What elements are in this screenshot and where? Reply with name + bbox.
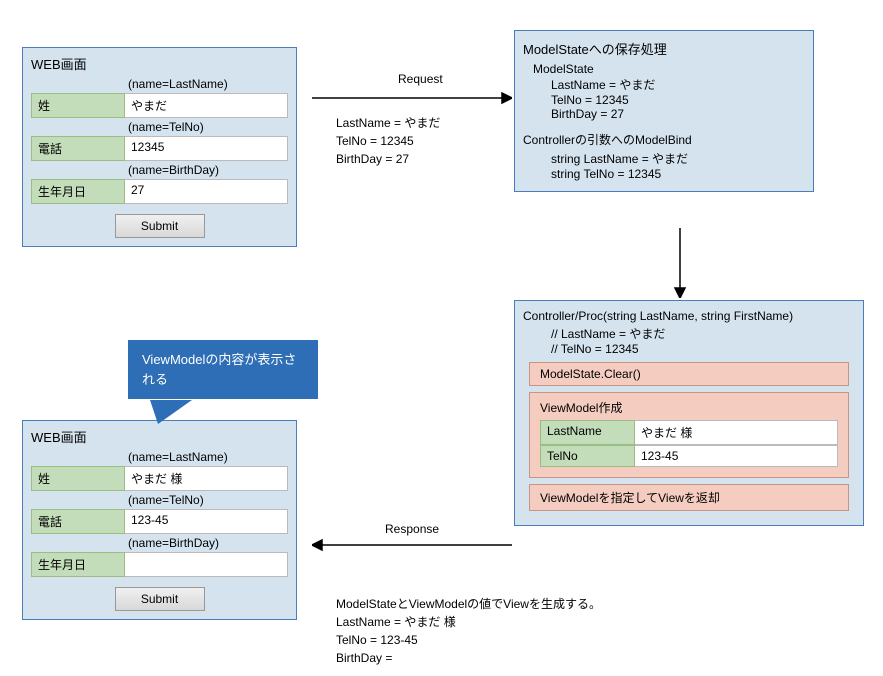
request-body: LastName = やまだ TelNo = 12345 BirthDay = … <box>336 114 440 168</box>
viewmodel-box: ViewModel作成 LastName やまだ 様 TelNo 123-45 <box>529 392 849 478</box>
vm-lastname-row: LastName やまだ 様 <box>540 420 838 445</box>
response-l3: BirthDay = <box>336 649 601 667</box>
modelstate-sub: ModelState <box>533 62 813 76</box>
form1-lastname-note: (name=LastName) <box>128 77 296 91</box>
form2-telno-label: 電話 <box>31 509 125 534</box>
form2-title: WEB画面 <box>31 427 296 446</box>
form2-birthday-note: (name=BirthDay) <box>128 536 296 550</box>
form2-birthday-input[interactable] <box>125 552 288 577</box>
viewmodel-title: ViewModel作成 <box>540 399 838 416</box>
modelbind-title: Controllerの引数へのModelBind <box>523 131 813 148</box>
viewmodel-table: LastName やまだ 様 TelNo 123-45 <box>540 420 838 467</box>
controller-sig: Controller/Proc(string LastName, string … <box>523 309 863 323</box>
vm-lastname-key: LastName <box>540 420 635 445</box>
modelbind-l1: string LastName = やまだ <box>551 150 813 167</box>
modelstate-l2: TelNo = 12345 <box>551 93 813 107</box>
form2-telno-input[interactable]: 123-45 <box>125 509 288 534</box>
form2-telno-row: 電話 123-45 <box>31 509 288 534</box>
controller-c2: // TelNo = 12345 <box>551 342 863 356</box>
callout-tail-icon <box>150 400 192 424</box>
form2-telno-note: (name=TelNo) <box>128 493 296 507</box>
callout-text: ViewModelの内容が表示される <box>142 352 296 387</box>
modelstate-l1: LastName = やまだ <box>551 76 813 93</box>
response-body: ModelStateとViewModelの値でViewを生成する。 LastNa… <box>336 595 601 667</box>
form1-telno-label: 電話 <box>31 136 125 161</box>
form1-lastname-label: 姓 <box>31 93 125 118</box>
form2-birthday-label: 生年月日 <box>31 552 125 577</box>
response-l1: LastName = やまだ 様 <box>336 613 601 631</box>
form1-telno-note: (name=TelNo) <box>128 120 296 134</box>
vm-telno-key: TelNo <box>540 445 635 467</box>
response-arrow <box>312 535 512 555</box>
controller-panel: Controller/Proc(string LastName, string … <box>514 300 864 526</box>
form1-birthday-note: (name=BirthDay) <box>128 163 296 177</box>
form2-lastname-note: (name=LastName) <box>128 450 296 464</box>
controller-c1: // LastName = やまだ <box>551 325 863 342</box>
form1-birthday-input[interactable]: 27 <box>125 179 288 204</box>
modelstate-l3: BirthDay = 27 <box>551 107 813 121</box>
response-l2: TelNo = 123-45 <box>336 631 601 649</box>
request-label: Request <box>398 70 443 88</box>
return-view-box: ViewModelを指定してViewを返却 <box>529 484 849 511</box>
response-label: Response <box>385 520 439 538</box>
vm-telno-val: 123-45 <box>635 445 838 467</box>
form1-lastname-input[interactable]: やまだ <box>125 93 288 118</box>
web-form-1: WEB画面 (name=LastName) 姓 やまだ (name=TelNo)… <box>22 47 297 247</box>
form2-submit-button[interactable]: Submit <box>115 587 205 611</box>
request-l2: TelNo = 12345 <box>336 132 440 150</box>
request-l1: LastName = やまだ <box>336 114 440 132</box>
form1-telno-input[interactable]: 12345 <box>125 136 288 161</box>
modelstate-title: ModelStateへの保存処理 <box>523 39 813 58</box>
response-gen: ModelStateとViewModelの値でViewを生成する。 <box>336 595 601 613</box>
request-arrow <box>312 88 512 108</box>
modelstate-panel: ModelStateへの保存処理 ModelState LastName = や… <box>514 30 814 192</box>
modelstate-to-controller-arrow <box>670 228 690 298</box>
web-form-2: WEB画面 (name=LastName) 姓 やまだ 様 (name=TelN… <box>22 420 297 620</box>
form1-birthday-row: 生年月日 27 <box>31 179 288 204</box>
form2-lastname-row: 姓 やまだ 様 <box>31 466 288 491</box>
modelstate-clear-box: ModelState.Clear() <box>529 362 849 386</box>
vm-telno-row: TelNo 123-45 <box>540 445 838 467</box>
form1-submit-button[interactable]: Submit <box>115 214 205 238</box>
form1-birthday-label: 生年月日 <box>31 179 125 204</box>
callout: ViewModelの内容が表示される <box>128 340 318 399</box>
form1-lastname-row: 姓 やまだ <box>31 93 288 118</box>
request-l3: BirthDay = 27 <box>336 150 440 168</box>
vm-lastname-val: やまだ 様 <box>635 420 838 445</box>
modelbind-l2: string TelNo = 12345 <box>551 167 813 181</box>
form2-lastname-input[interactable]: やまだ 様 <box>125 466 288 491</box>
form2-lastname-label: 姓 <box>31 466 125 491</box>
form1-telno-row: 電話 12345 <box>31 136 288 161</box>
form1-title: WEB画面 <box>31 54 296 73</box>
form2-birthday-row: 生年月日 <box>31 552 288 577</box>
